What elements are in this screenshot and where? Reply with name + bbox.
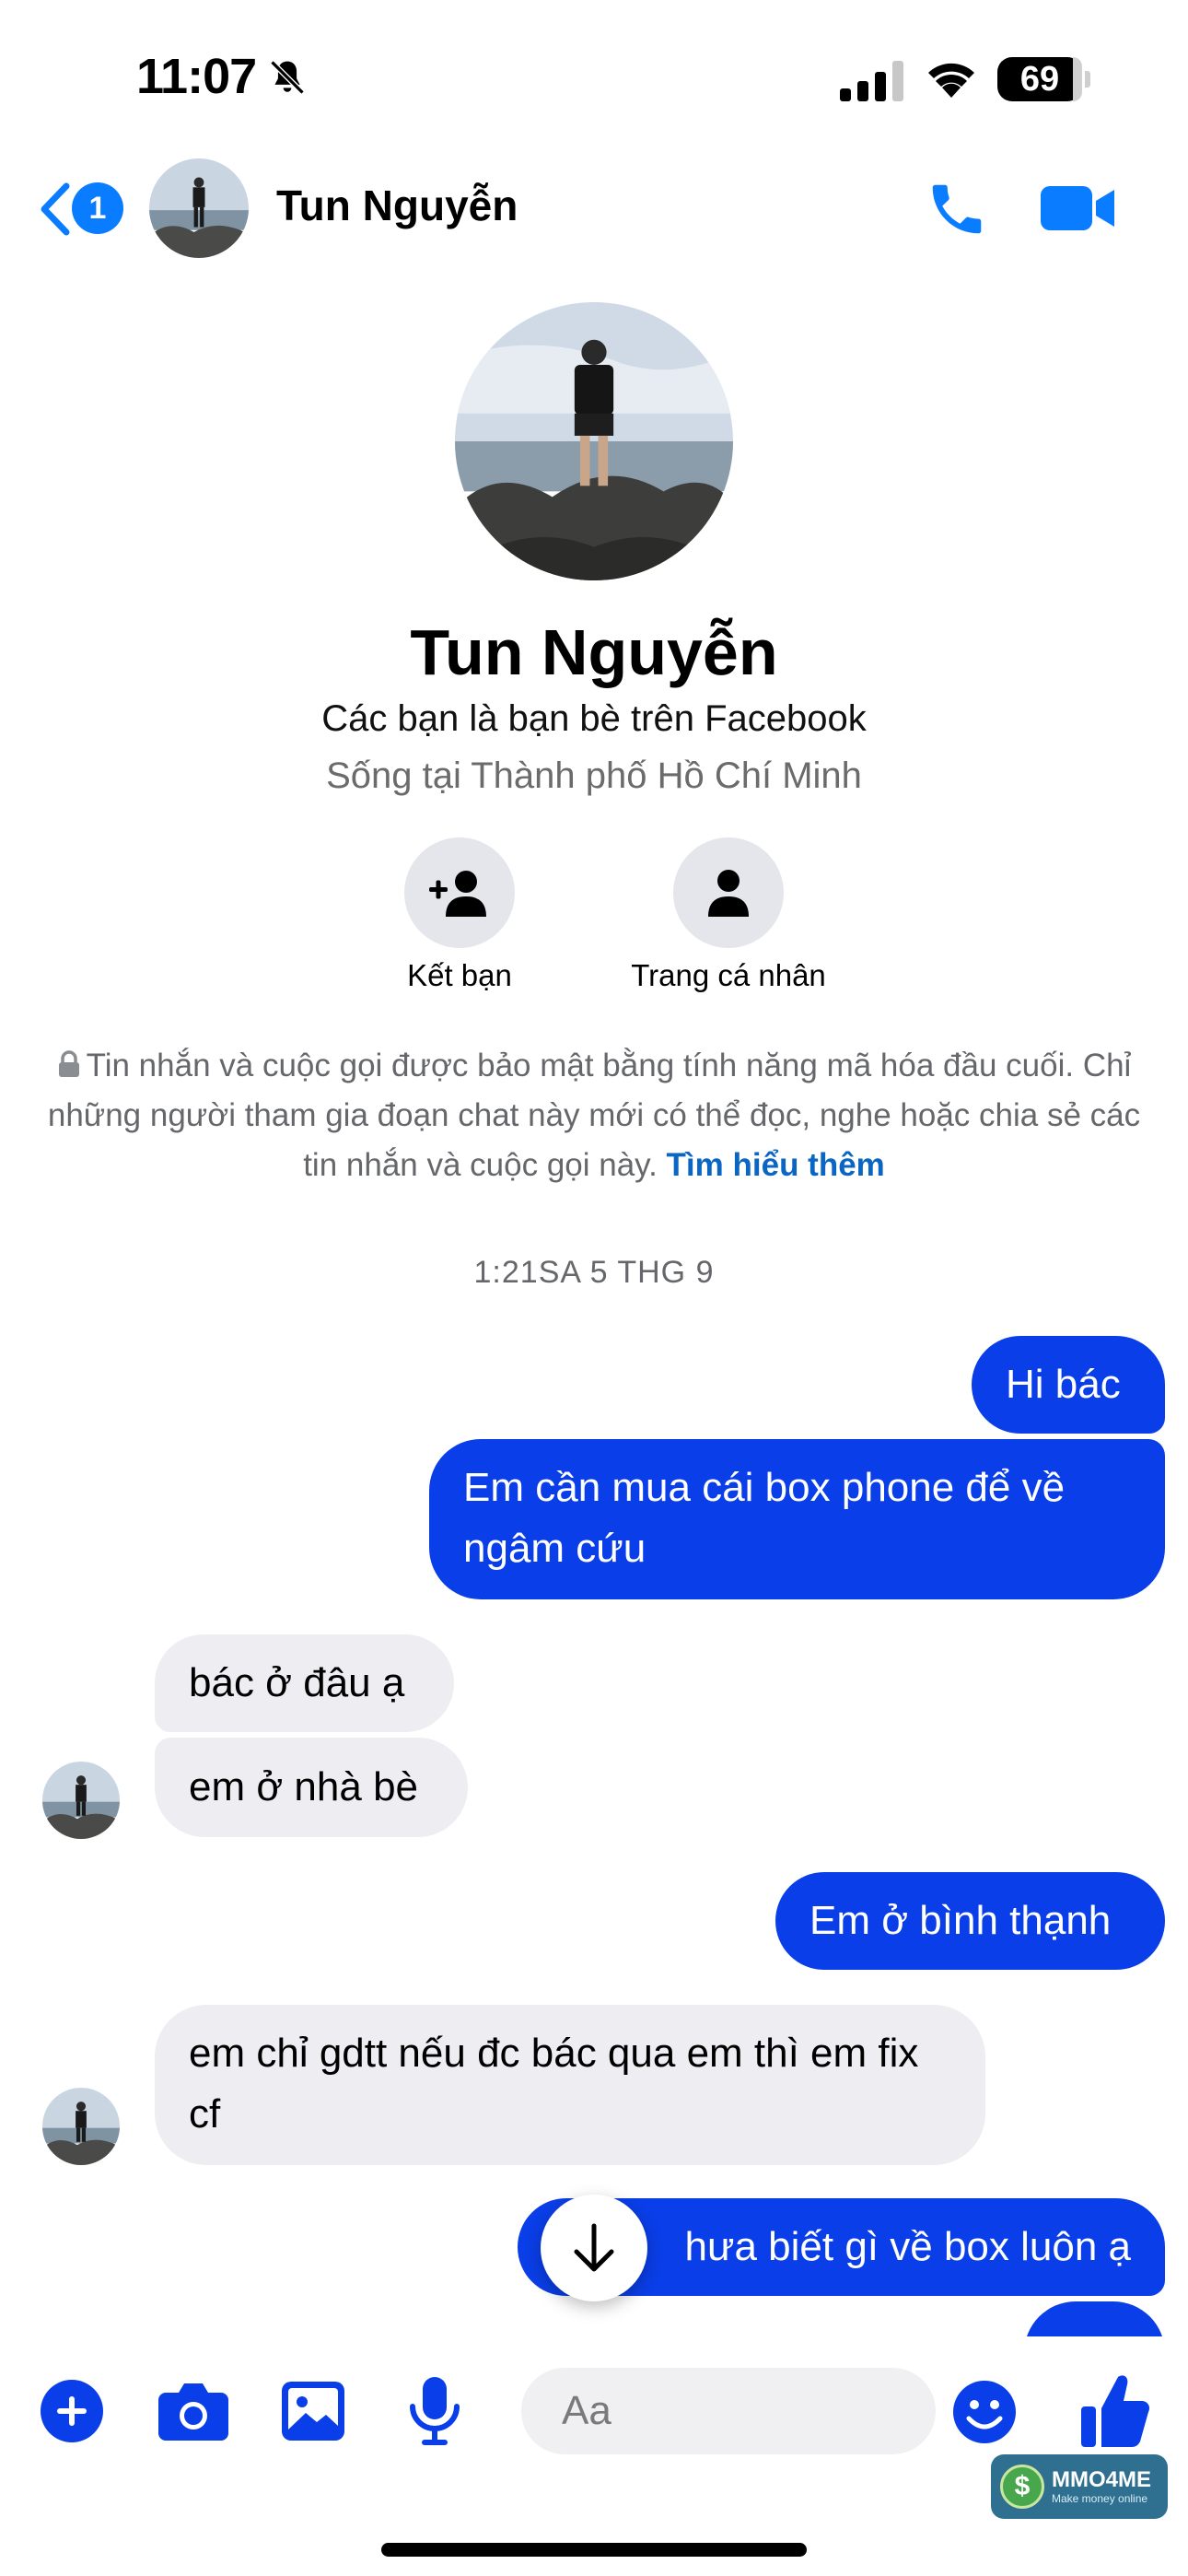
learn-more-link[interactable]: Tìm hiểu thêm xyxy=(667,1147,885,1183)
add-friend-button[interactable] xyxy=(404,837,515,948)
message-bubble-incoming[interactable]: em chỉ gdtt nếu đc bác qua em thì em fix… xyxy=(155,2005,985,2165)
person-icon xyxy=(708,870,749,917)
home-indicator[interactable] xyxy=(381,2543,807,2557)
cellular-signal-icon xyxy=(840,61,903,101)
watermark-subtitle: Make money online xyxy=(1052,2492,1148,2505)
unread-badge[interactable]: 1 xyxy=(72,182,123,234)
battery-cap xyxy=(1085,71,1090,88)
message-bubble-outgoing[interactable]: Em ở bình thạnh xyxy=(775,1872,1165,1970)
sender-avatar[interactable] xyxy=(42,1762,120,1839)
encryption-notice: Tin nhắn và cuộc gọi được bảo mật bằng t… xyxy=(46,1041,1142,1190)
emoji-icon[interactable] xyxy=(952,2380,1017,2444)
message-input-wrapper[interactable] xyxy=(521,2368,936,2454)
battery-indicator: 69 xyxy=(997,57,1082,101)
person-photo-icon xyxy=(455,302,733,580)
lock-icon xyxy=(58,1050,79,1077)
plus-icon xyxy=(57,2396,87,2426)
microphone-icon[interactable] xyxy=(409,2377,460,2445)
battery-percent: 69 xyxy=(1019,59,1060,99)
message-bubble-incoming[interactable]: bác ở đâu ạ xyxy=(155,1634,454,1732)
camera-icon[interactable] xyxy=(158,2382,228,2441)
watermark-title: MMO4ME xyxy=(1052,2467,1151,2492)
gallery-icon[interactable] xyxy=(282,2382,344,2441)
profile-name: Tun Nguyễn xyxy=(410,616,778,688)
battery-empty-segment xyxy=(1073,57,1082,101)
video-call-icon[interactable] xyxy=(1041,181,1118,236)
arrow-down-icon xyxy=(574,2223,614,2272)
add-person-icon xyxy=(429,871,486,917)
wifi-icon xyxy=(928,63,974,98)
view-profile-button[interactable] xyxy=(673,837,784,948)
phone-call-icon[interactable] xyxy=(925,177,989,241)
encryption-text: Tin nhắn và cuộc gọi được bảo mật bằng t… xyxy=(47,1048,1141,1183)
message-bubble-outgoing[interactable]: Hi bác xyxy=(972,1336,1165,1434)
bell-slash-icon xyxy=(270,60,305,95)
scroll-to-bottom-button[interactable] xyxy=(541,2195,647,2301)
back-chevron-icon[interactable] xyxy=(37,181,74,238)
view-profile-label[interactable]: Trang cá nhân xyxy=(544,958,913,993)
profile-avatar[interactable] xyxy=(455,302,733,580)
status-time: 11:07 xyxy=(136,49,257,104)
mmo4me-watermark-logo: $ MMO4ME Make money online xyxy=(991,2454,1168,2519)
location-text: Sống tại Thành phố Hồ Chí Minh xyxy=(326,755,862,796)
message-input[interactable] xyxy=(521,2368,936,2454)
person-photo-icon xyxy=(42,2088,120,2165)
person-photo-icon xyxy=(42,1762,120,1839)
message-bubble-outgoing[interactable]: Em cần mua cái box phone để về ngâm cứu xyxy=(429,1439,1165,1599)
sender-avatar[interactable] xyxy=(42,2088,120,2165)
plus-button[interactable] xyxy=(41,2380,103,2442)
thumbs-up-icon[interactable] xyxy=(1081,2371,1149,2449)
header-avatar[interactable] xyxy=(149,158,249,258)
message-timestamp: 1:21SA 5 THG 9 xyxy=(473,1255,715,1290)
message-bubble-incoming[interactable]: em ở nhà bè xyxy=(155,1738,468,1837)
friendship-status: Các bạn là bạn bè trên Facebook xyxy=(321,698,867,739)
contact-name[interactable]: Tun Nguyễn xyxy=(276,181,518,230)
dollar-coin-icon: $ xyxy=(1000,2465,1044,2509)
person-photo-icon xyxy=(149,158,249,258)
